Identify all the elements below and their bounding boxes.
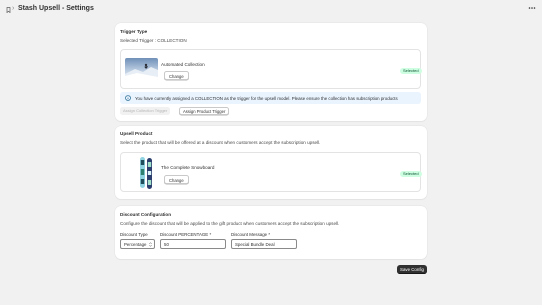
more-actions-button[interactable] bbox=[527, 5, 537, 13]
select-caret-icon bbox=[149, 242, 152, 247]
upsell-product-title: Upsell Product bbox=[120, 131, 153, 136]
discount-amount-input[interactable]: 50 bbox=[160, 239, 226, 249]
collection-selected-badge: Selected bbox=[400, 68, 422, 74]
discount-configuration-card: Discount Configuration Configure the dis… bbox=[115, 206, 427, 259]
info-banner-text: You have currently assigned a COLLECTION… bbox=[135, 95, 398, 101]
upsell-product-card: Upsell Product Select the product that w… bbox=[115, 126, 427, 199]
product-selected-badge: Selected bbox=[400, 171, 422, 177]
trigger-type-title: Trigger Type bbox=[120, 29, 148, 34]
info-banner: You have currently assigned a COLLECTION… bbox=[120, 92, 421, 104]
assign-collection-trigger-button[interactable]: Assign Collection Trigger bbox=[120, 107, 171, 115]
discount-message-input[interactable]: Special Bundle Deal bbox=[231, 239, 297, 249]
discount-message-label: Discount Message * bbox=[231, 232, 271, 237]
app-logo-icon[interactable] bbox=[6, 7, 11, 13]
snowboard-thumbnail bbox=[135, 156, 157, 190]
assign-product-trigger-button[interactable]: Assign Product Trigger bbox=[179, 107, 230, 115]
collection-name: Automated Collection bbox=[161, 62, 205, 67]
discount-type-label: Discount Type bbox=[120, 232, 148, 237]
discount-amount-value: 50 bbox=[164, 242, 169, 247]
change-collection-button[interactable]: Change bbox=[164, 71, 189, 80]
change-product-button[interactable]: Change bbox=[164, 175, 189, 184]
upsell-product-description: Select the product that will be offered … bbox=[120, 140, 321, 145]
page-title: Stash Upsell - Settings bbox=[18, 5, 94, 12]
collection-thumbnail bbox=[125, 58, 158, 80]
discount-type-select[interactable]: Percentage bbox=[120, 239, 155, 249]
discount-configuration-title: Discount Configuration bbox=[120, 212, 172, 217]
collection-item: Automated Collection Change Selected bbox=[120, 49, 422, 89]
breadcrumb-separator: › bbox=[12, 5, 15, 12]
top-bar: › Stash Upsell - Settings bbox=[0, 0, 542, 20]
trigger-type-card: Trigger Type Selected Trigger : COLLECTI… bbox=[115, 23, 427, 121]
discount-configuration-description: Configure the discount that will be appl… bbox=[120, 221, 340, 226]
save-config-button[interactable]: Save Config bbox=[397, 265, 427, 274]
selected-trigger-text: Selected Trigger : COLLECTION bbox=[120, 38, 187, 43]
upsell-product-item: The Complete Snowboard Change Selected bbox=[120, 152, 422, 192]
discount-message-value: Special Bundle Deal bbox=[235, 242, 275, 247]
info-icon bbox=[125, 95, 131, 101]
discount-type-value: Percentage bbox=[124, 242, 147, 247]
upsell-product-name: The Complete Snowboard bbox=[161, 165, 215, 170]
more-horizontal-icon bbox=[528, 7, 536, 9]
discount-amount-label: Discount PERCENTAGE * bbox=[160, 232, 212, 237]
